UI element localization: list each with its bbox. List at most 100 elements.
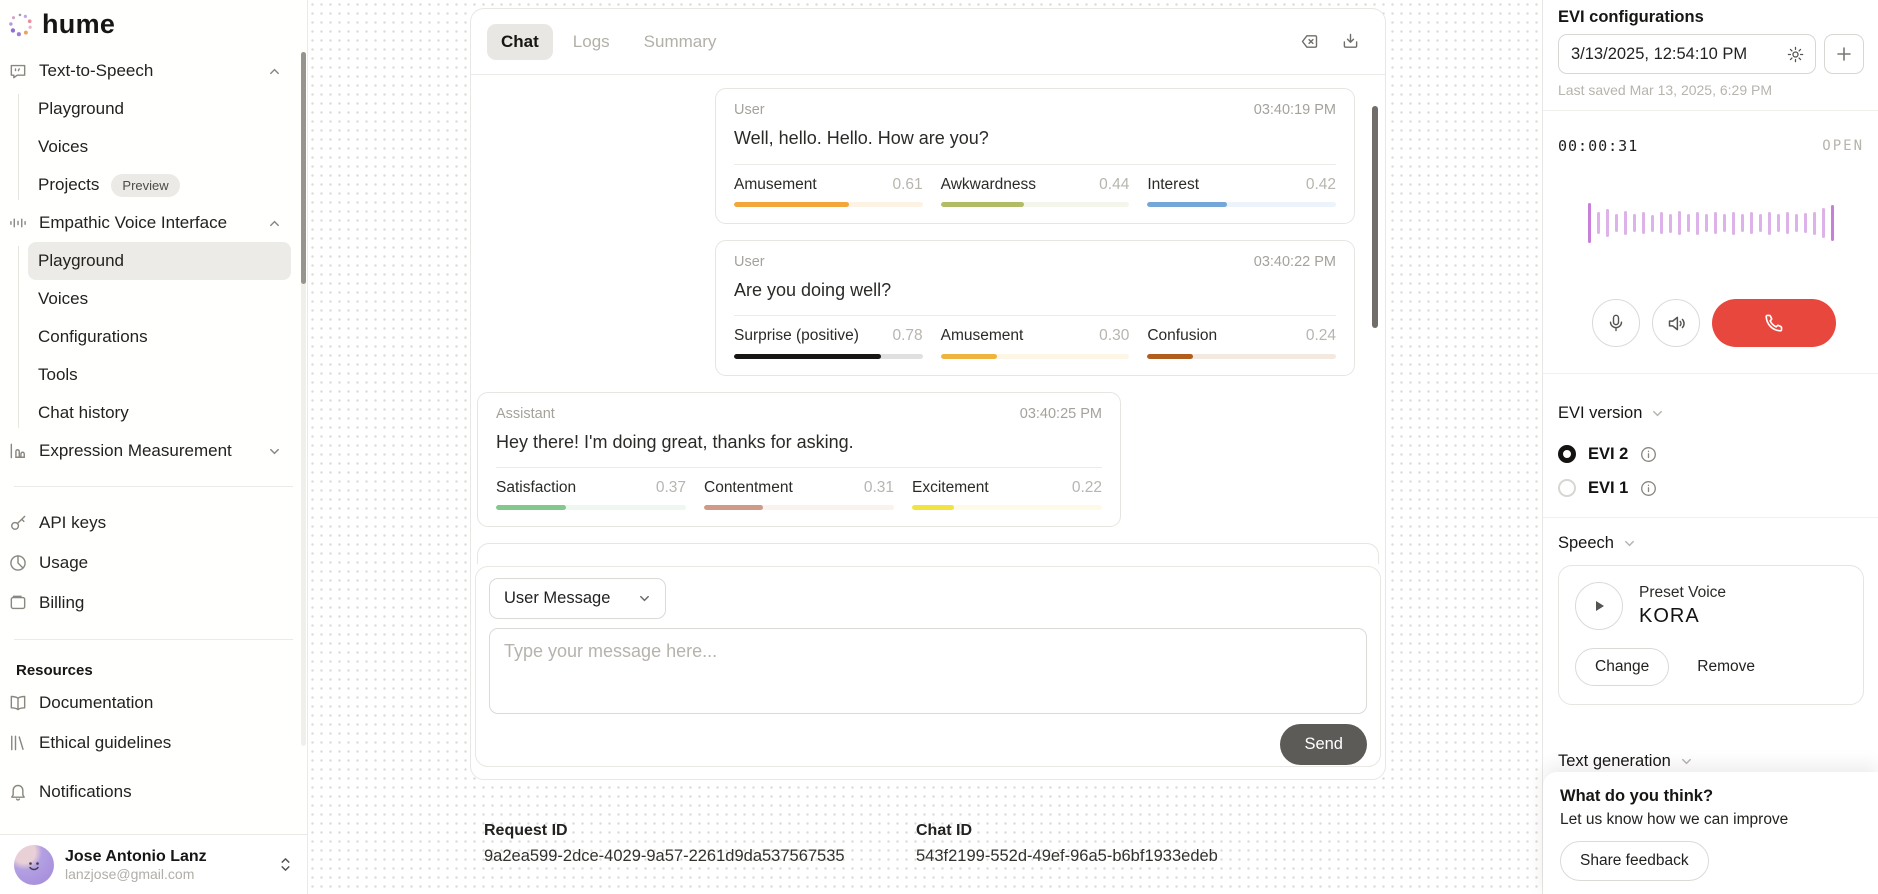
sidebar-item-evi-playground[interactable]: Playground [28,242,291,280]
message-card-user-2: User 03:40:22 PM Are you doing well? Sur… [715,240,1355,376]
radio-unselected[interactable] [1558,479,1576,497]
play-voice-button[interactable] [1575,582,1623,630]
tab-logs[interactable]: Logs [559,24,624,60]
message-type-select[interactable]: User Message [489,578,666,619]
config-selector[interactable]: 3/13/2025, 12:54:10 PM [1558,34,1816,74]
emotion-scores: Satisfaction0.37 Contentment0.31 Excitem… [496,467,1102,526]
download-icon[interactable] [1340,31,1361,52]
sidebar-item-documentation[interactable]: Documentation [8,683,307,723]
sidebar-item-tts-projects[interactable]: Projects Preview [28,166,291,204]
message-card-clipped [477,543,1379,564]
radio-option-evi-1[interactable]: EVI 1 [1558,471,1864,505]
sidebar-item-evi-configurations[interactable]: Configurations [28,318,291,356]
session-ids: Request ID 9a2ea599-2dce-4029-9a57-2261d… [484,822,1348,866]
call-timer: 00:00:31 [1558,137,1638,155]
message-card-user-1: User 03:40:19 PM Well, hello. Hello. How… [715,88,1355,224]
end-call-button[interactable] [1712,299,1836,347]
user-identity: Jose Antonio Lanz lanzjose@gmail.com [65,847,207,883]
chat-scrollbar-thumb[interactable] [1372,106,1378,328]
tab-chat[interactable]: Chat [487,24,553,60]
feedback-card: What do you think? Let us know how we ca… [1543,772,1878,894]
message-text: Well, hello. Hello. How are you? [734,127,1336,150]
book-icon [8,693,28,713]
microphone-button[interactable] [1592,299,1640,347]
user-account-menu[interactable]: Jose Antonio Lanz lanzjose@gmail.com [0,834,307,894]
speaker-button[interactable] [1652,299,1700,347]
panel-divider [1543,110,1878,111]
panel-title: EVI configurations [1558,8,1864,27]
last-saved-text: Last saved Mar 13, 2025, 6:29 PM [1558,82,1864,98]
sidebar-scrollbar-thumb[interactable] [301,52,306,284]
radio-selected[interactable] [1558,445,1576,463]
info-icon[interactable] [1640,446,1657,463]
evi-version-options: EVI 2 EVI 1 [1558,437,1864,505]
emotion-bar [1147,354,1336,359]
clear-chat-icon[interactable] [1299,31,1320,52]
emotion: Confusion0.24 [1147,326,1336,358]
user-email: lanzjose@gmail.com [65,866,207,883]
request-id-value: 9a2ea599-2dce-4029-9a57-2261d9da53756753… [484,847,916,866]
voice-type: Preset Voice [1639,584,1726,602]
audio-waveform [1558,191,1864,255]
sidebar-item-evi-chat-history[interactable]: Chat history [28,394,291,432]
emotion: Interest0.42 [1147,175,1336,207]
message-list: User 03:40:19 PM Well, hello. Hello. How… [477,76,1379,564]
sidebar-item-evi-tools[interactable]: Tools [28,356,291,394]
voice-name: KORA [1639,605,1726,628]
sidebar-item-evi-voices[interactable]: Voices [28,280,291,318]
feedback-subtitle: Let us know how we can improve [1560,811,1862,829]
speech-section-header[interactable]: Speech [1558,534,1864,553]
hume-logo[interactable]: hume [0,0,307,52]
message-composer: User Message Send [475,566,1381,767]
chat-panel: Chat Logs Summary [470,8,1386,780]
emotion: Contentment0.31 [704,478,894,510]
chat-id-label: Chat ID [916,822,1348,840]
evi-version-section-header[interactable]: EVI version [1558,404,1864,423]
message-role: User [734,101,765,119]
message-card-assistant: Assistant 03:40:25 PM Hey there! I'm doi… [477,392,1121,528]
message-input[interactable] [489,628,1367,714]
radio-option-evi-2[interactable]: EVI 2 [1558,437,1864,471]
emotion-bar [941,202,1130,207]
remove-voice-button[interactable]: Remove [1697,658,1755,676]
sidebar-item-text-to-speech[interactable]: Text-to-Speech [8,52,307,90]
emotion: Excitement0.22 [912,478,1102,510]
sidebar-item-tts-playground[interactable]: Playground [28,90,291,128]
info-icon[interactable] [1640,480,1657,497]
emotion: Amusement0.61 [734,175,923,207]
message-role: Assistant [496,405,555,423]
add-config-button[interactable] [1824,34,1864,74]
sidebar-scrollbar[interactable] [301,52,306,746]
sidebar-item-api-keys[interactable]: API keys [8,503,307,543]
sidebar-item-tts-voices[interactable]: Voices [28,128,291,166]
chevron-down-icon [268,445,281,458]
sidebar-item-label: Billing [39,593,84,613]
sidebar-item-expression-measurement[interactable]: Expression Measurement [8,432,307,470]
sidebar-item-ethical-guidelines[interactable]: Ethical guidelines [8,723,307,763]
emotion-scores: Amusement0.61 Awkwardness0.44 Interest0.… [734,164,1336,223]
text-generation-section-header[interactable]: Text generation [1558,752,1693,771]
sub-item-label: Voices [38,289,88,309]
chevron-up-icon [268,217,281,230]
tab-summary[interactable]: Summary [630,24,731,60]
message-timestamp: 03:40:25 PM [1020,405,1102,423]
share-feedback-button[interactable]: Share feedback [1560,841,1709,881]
sidebar: hume Text-to-Speech Playground Voices Pr… [0,0,308,894]
send-button[interactable]: Send [1280,724,1367,765]
change-voice-button[interactable]: Change [1575,648,1669,686]
pie-chart-icon [8,553,28,573]
sidebar-item-label: API keys [39,513,106,533]
message-text: Hey there! I'm doing great, thanks for a… [496,431,1102,454]
avatar [14,845,54,885]
chevron-up-icon [268,65,281,78]
waveform-icon [8,213,28,233]
chat-id-block: Chat ID 543f2199-552d-49ef-96a5-b6bf1933… [916,822,1348,866]
sidebar-item-billing[interactable]: Billing [8,583,307,623]
chat-bubble-icon [8,61,28,81]
sidebar-item-empathic-voice-interface[interactable]: Empathic Voice Interface [8,204,307,242]
sub-item-label: Tools [38,365,78,385]
sidebar-item-usage[interactable]: Usage [8,543,307,583]
sub-item-label: Projects [38,175,99,195]
sidebar-item-notifications[interactable]: Notifications [8,773,307,811]
sidebar-item-label: Usage [39,553,88,573]
